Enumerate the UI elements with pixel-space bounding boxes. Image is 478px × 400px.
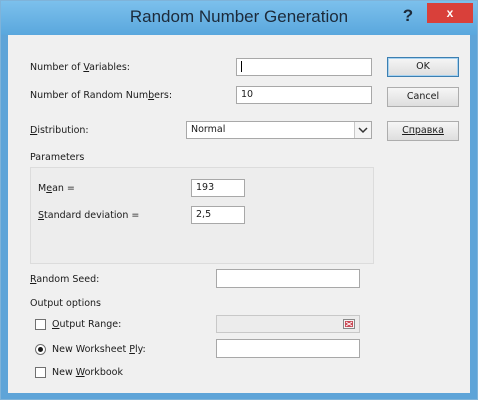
sd-label: Standard deviation = [38,210,140,221]
random-seed-field[interactable] [216,269,360,288]
text-cursor [241,61,242,72]
output-range-label: Output Range: [52,319,122,330]
mean-label: Mean = [38,183,75,194]
new-worksheet-radio[interactable] [35,344,46,355]
num-variables-label: Number of Variables: [30,62,130,73]
new-workbook-checkbox[interactable] [35,367,46,378]
sd-field[interactable]: 2,5 [191,206,245,224]
new-worksheet-label: New Worksheet Ply: [52,344,146,355]
num-random-field[interactable]: 10 [236,86,372,104]
output-options-title: Output options [30,298,102,309]
radio-selected-dot [38,347,43,352]
output-range-checkbox[interactable] [35,319,46,330]
ok-button[interactable]: OK [387,57,459,77]
distribution-label: Distribution: [30,125,89,136]
title-bar[interactable]: Random Number Generation ? x [1,1,477,35]
parameters-title: Parameters [30,152,85,163]
output-range-field[interactable] [216,315,360,333]
new-worksheet-field[interactable] [216,339,360,358]
dialog-body: Number of Variables: Number of Random Nu… [8,35,470,393]
mean-field[interactable]: 193 [191,179,245,197]
random-seed-label: Random Seed: [30,274,100,285]
distribution-select[interactable]: Normal [186,121,372,139]
chevron-down-icon[interactable] [354,122,371,138]
close-button[interactable]: x [427,3,473,23]
cancel-button[interactable]: Cancel [387,87,459,107]
help-icon[interactable]: ? [395,5,421,27]
collapse-dialog-icon[interactable] [343,318,355,330]
dialog-window: Random Number Generation ? x Number of V… [0,0,478,400]
help-button[interactable]: Справка [387,121,459,141]
new-workbook-label: New Workbook [52,367,123,378]
num-variables-field[interactable] [236,58,372,76]
num-random-label: Number of Random Numbers: [30,90,173,101]
